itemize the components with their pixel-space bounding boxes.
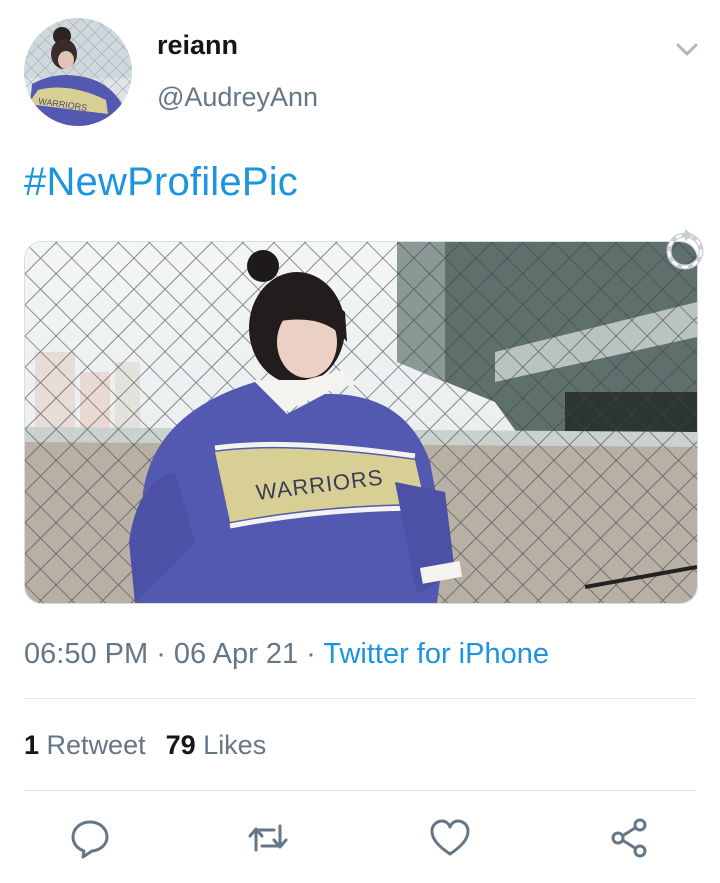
tweet-source-link[interactable]: Twitter for iPhone — [323, 638, 549, 670]
divider — [24, 790, 696, 791]
refresh-icon[interactable] — [660, 226, 710, 276]
tweet-time: 06:50 PM — [24, 638, 149, 670]
like-label: Likes — [203, 730, 267, 760]
tweet-date: 06 Apr 21 — [173, 638, 299, 670]
like-count: 79 — [165, 730, 196, 760]
tweet-media[interactable]: WARRIORS — [24, 241, 698, 604]
heart-icon[interactable] — [428, 816, 472, 860]
tweet-meta: 06:50 PM · 06 Apr 21 · Twitter for iPhon… — [24, 638, 549, 671]
likes-stat[interactable]: 79 Likes — [166, 730, 267, 760]
meta-separator: · — [298, 638, 324, 670]
chevron-down-icon[interactable] — [672, 34, 702, 64]
avatar[interactable]: WARRIORS — [24, 18, 132, 126]
divider — [24, 698, 696, 699]
retweet-icon[interactable] — [246, 816, 290, 860]
user-handle[interactable]: @AudreyAnn — [157, 82, 318, 113]
retweet-count: 1 — [24, 730, 40, 760]
retweets-stat[interactable]: 1 Retweet — [24, 730, 146, 760]
tweet-stats: 1 Retweet 79 Likes — [24, 730, 266, 761]
share-icon[interactable] — [608, 816, 652, 860]
tweet-text[interactable]: #NewProfilePic — [24, 160, 298, 205]
reply-icon[interactable] — [68, 816, 112, 860]
display-name[interactable]: reiann — [157, 30, 238, 61]
retweet-label: Retweet — [46, 730, 146, 760]
meta-separator: · — [148, 638, 174, 670]
